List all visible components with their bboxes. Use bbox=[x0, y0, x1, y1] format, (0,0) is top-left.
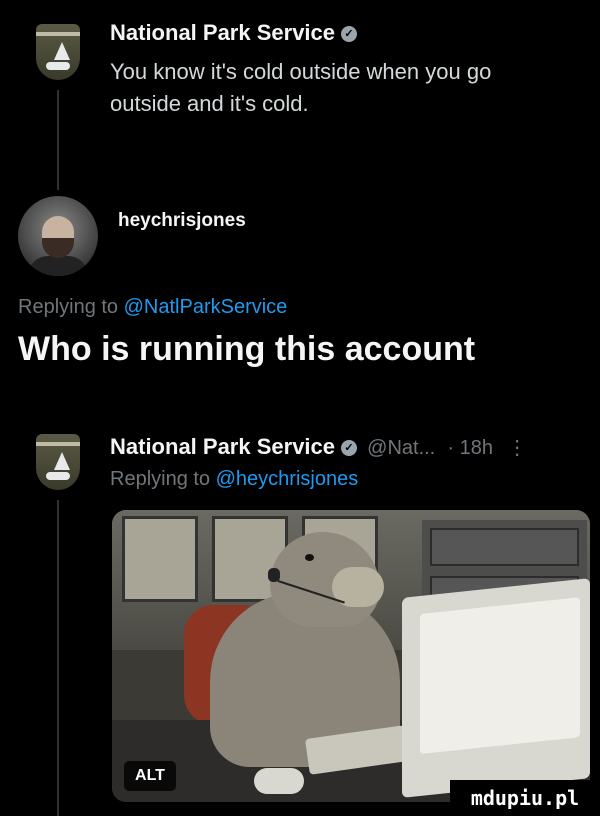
verified-badge-icon: ✓ bbox=[341, 26, 358, 43]
avatar-shirt bbox=[28, 256, 88, 276]
alt-text-button[interactable]: ALT bbox=[124, 761, 176, 791]
author-name[interactable]: National Park Service ✓ @Nat... · 18h ⋮ bbox=[110, 434, 527, 460]
replying-prefix: Replying to bbox=[110, 468, 216, 490]
author-name-text[interactable]: National Park Service bbox=[110, 434, 335, 459]
office-window bbox=[122, 516, 198, 602]
bison-icon bbox=[46, 472, 70, 480]
crt-monitor bbox=[402, 578, 590, 798]
avatar-band bbox=[36, 442, 80, 446]
replying-to: Replying to @heychrisjones bbox=[110, 468, 358, 491]
computer-mouse bbox=[254, 768, 304, 794]
author-name[interactable]: National Park Service ✓ bbox=[110, 20, 358, 46]
avatar-beard bbox=[42, 238, 74, 258]
marmot-eye bbox=[305, 554, 314, 561]
replying-handle-link[interactable]: @NatlParkService bbox=[124, 296, 288, 318]
tweet-text-line: You know it's cold outside when you go bbox=[110, 59, 492, 84]
thread-line bbox=[57, 500, 59, 816]
tree-icon bbox=[54, 42, 70, 60]
author-name-text[interactable]: heychrisjones bbox=[118, 210, 246, 231]
user-avatar[interactable] bbox=[18, 196, 98, 276]
tweet-text: You know it's cold outside when you go o… bbox=[110, 56, 590, 120]
author-name[interactable]: heychrisjones bbox=[118, 210, 246, 232]
more-options-icon[interactable]: ⋮ bbox=[507, 437, 527, 459]
bison-icon bbox=[46, 62, 70, 70]
verified-badge-icon: ✓ bbox=[341, 440, 358, 457]
tweet-image[interactable] bbox=[112, 510, 590, 802]
avatar-band bbox=[36, 32, 80, 36]
tree-icon bbox=[54, 452, 70, 470]
replying-handle-link[interactable]: @heychrisjones bbox=[216, 468, 359, 490]
reply-text: Who is running this account bbox=[18, 330, 476, 368]
tweet-time[interactable]: · 18h bbox=[447, 437, 493, 459]
nps-avatar[interactable] bbox=[36, 24, 80, 80]
cabinet-drawer bbox=[430, 528, 579, 566]
replying-to: Replying to @NatlParkService bbox=[18, 296, 287, 319]
monitor-screen bbox=[420, 597, 580, 754]
author-handle[interactable]: @Nat... bbox=[367, 437, 435, 459]
replying-prefix: Replying to bbox=[18, 296, 124, 318]
thread-line bbox=[57, 90, 59, 190]
watermark: mdupiu.pl bbox=[450, 780, 600, 816]
tweet-text-line: outside and it's cold. bbox=[110, 91, 309, 116]
author-name-text[interactable]: National Park Service bbox=[110, 20, 335, 45]
nps-avatar[interactable] bbox=[36, 434, 80, 490]
